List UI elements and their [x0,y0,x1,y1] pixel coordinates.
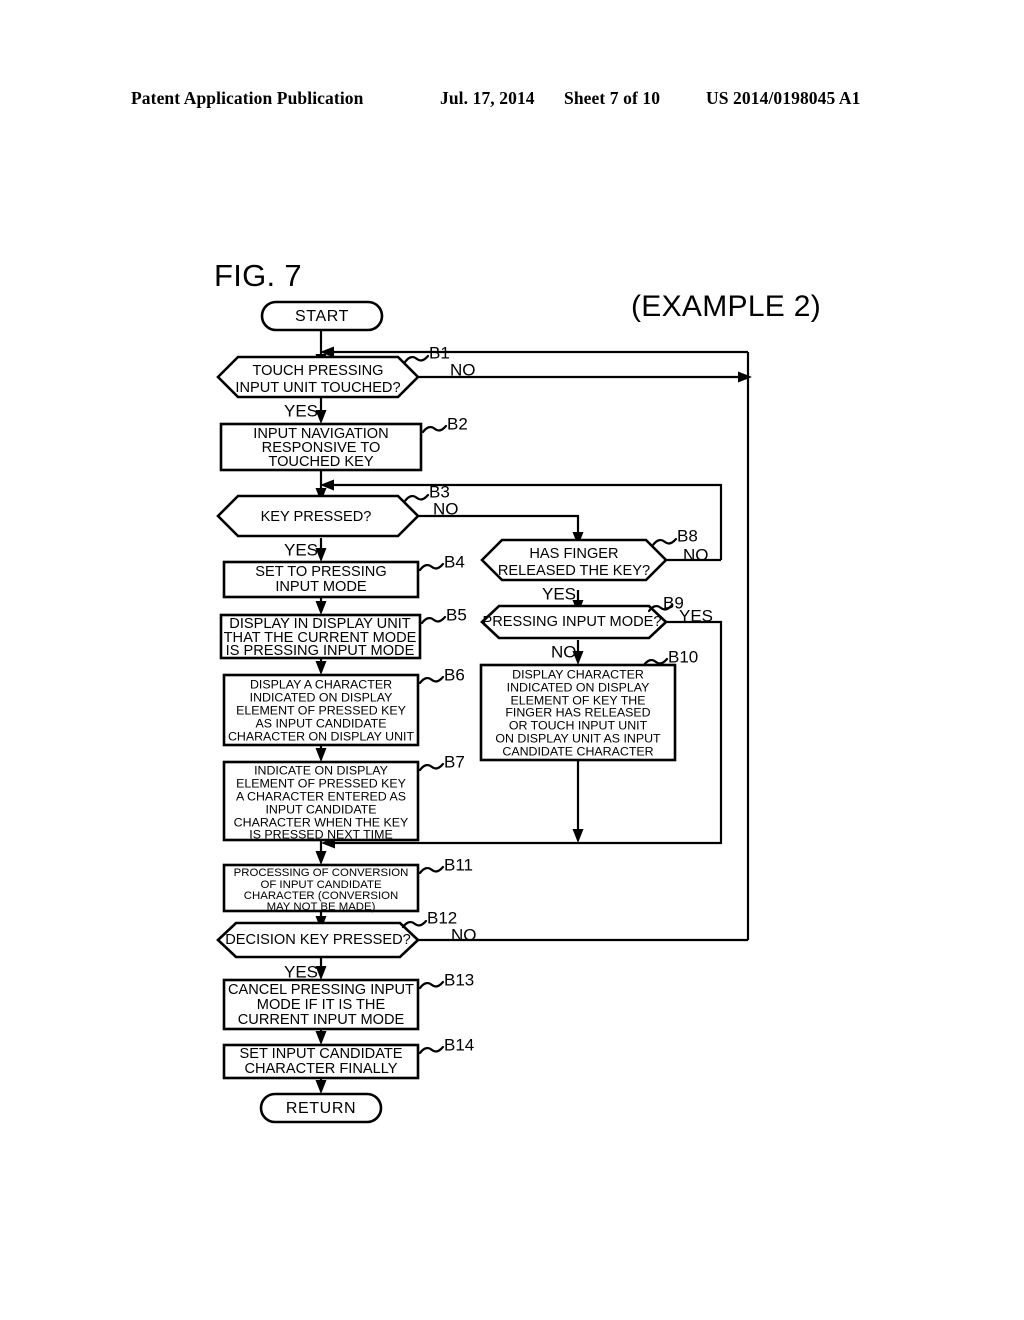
node-b9-line1: PRESSING INPUT MODE? [483,614,662,630]
node-b14: SET INPUT CANDIDATE CHARACTER FINALLY B1… [222,1035,474,1080]
node-b11-line1: PROCESSING OF CONVERSION [234,867,409,879]
node-b11-line4: MAY NOT BE MADE) [267,901,376,913]
branch-b9-yes: YES [679,606,713,625]
branch-b1-yes: YES [284,401,318,420]
node-b6-line5: CHARACTER ON DISPLAY UNIT [228,729,415,743]
branch-b8-no: NO [683,545,709,564]
node-b6-tag: B6 [444,665,465,684]
node-b8: HAS FINGER RELEASED THE KEY? B8 YES NO [480,526,709,603]
node-b5-line3: IS PRESSING INPUT MODE [226,643,415,659]
node-b11: PROCESSING OF CONVERSION OF INPUT CANDID… [222,855,473,913]
node-b14-line1: SET INPUT CANDIDATE [240,1046,403,1062]
node-b6-line1: DISPLAY A CHARACTER [250,677,392,691]
node-b2-tag: B2 [447,414,468,433]
node-return-label: RETURN [286,1100,356,1117]
node-b10-line6: ON DISPLAY UNIT AS INPUT [495,731,661,745]
node-b10: DISPLAY CHARACTER INDICATED ON DISPLAY E… [479,647,698,762]
node-b13-line1: CANCEL PRESSING INPUT [228,982,414,998]
node-b6: DISPLAY A CHARACTER INDICATED ON DISPLAY… [222,665,465,747]
node-b12-line1: DECISION KEY PRESSED? [225,932,410,948]
node-b1: TOUCH PRESSING INPUT UNIT TOUCHED? B1 YE… [216,343,476,420]
node-b1-tag: B1 [429,343,450,362]
node-b13: CANCEL PRESSING INPUT MODE IF IT IS THE … [222,970,474,1031]
node-b10-line1: DISPLAY CHARACTER [512,667,644,681]
node-return: RETURN [259,1092,383,1124]
node-b13-tag: B13 [444,970,474,989]
node-b10-line5: OR TOUCH INPUT UNIT [509,718,648,732]
branch-b12-no: NO [451,925,477,944]
node-b8-line2: RELEASED THE KEY? [498,563,650,579]
node-start-label: START [295,308,349,325]
node-b4-line1: SET TO PRESSING [255,564,386,580]
node-b11-tag: B11 [444,855,473,874]
node-b1-line2: INPUT UNIT TOUCHED? [235,380,400,396]
node-b7-tag: B7 [444,752,465,771]
node-b5: DISPLAY IN DISPLAY UNIT THAT THE CURRENT… [219,605,467,660]
node-b7-line2: ELEMENT OF PRESSED KEY [236,776,406,790]
branch-b8-yes: YES [542,584,576,603]
node-b7-line4: INPUT CANDIDATE [265,802,376,816]
node-b4-line2: INPUT MODE [275,579,367,595]
node-b7: INDICATE ON DISPLAY ELEMENT OF PRESSED K… [222,752,465,842]
node-b7-line6: IS PRESSED NEXT TIME [249,827,392,841]
node-b10-line4: FINGER HAS RELEASED [505,705,650,719]
patent-page: Patent Application Publication Jul. 17, … [0,0,1024,1320]
node-start: START [260,300,384,332]
branch-b3-no: NO [433,499,459,518]
node-b3: KEY PRESSED? B3 YES NO [216,482,459,559]
node-b2-line3: TOUCHED KEY [268,454,373,470]
node-b8-line1: HAS FINGER [529,546,618,562]
node-b10-line7: CANDIDATE CHARACTER [502,744,653,758]
node-b14-tag: B14 [444,1035,474,1054]
node-b6-line2: INDICATED ON DISPLAY [250,690,393,704]
node-b4: SET TO PRESSING INPUT MODE B4 [222,552,465,599]
node-b12: DECISION KEY PRESSED? B12 YES NO [216,908,477,981]
node-b7-line1: INDICATE ON DISPLAY [254,763,388,777]
node-b5-tag: B5 [446,605,467,624]
branch-b12-yes: YES [284,962,318,981]
node-b13-line2: MODE IF IT IS THE [257,997,386,1013]
node-b13-line3: CURRENT INPUT MODE [238,1012,405,1028]
node-b14-line2: CHARACTER FINALLY [245,1061,398,1077]
node-b6-line3: ELEMENT OF PRESSED KEY [236,703,406,717]
branch-b1-no: NO [450,360,476,379]
node-b3-line1: KEY PRESSED? [261,509,372,525]
branch-b3-yes: YES [284,540,318,559]
node-b8-tag: B8 [677,526,698,545]
node-b1-line1: TOUCH PRESSING [252,363,383,379]
node-b2: INPUT NAVIGATION RESPONSIVE TO TOUCHED K… [219,414,468,472]
branch-b9-no: NO [551,642,577,661]
node-b6-line4: AS INPUT CANDIDATE [255,716,386,730]
node-b10-tag: B10 [668,647,698,666]
node-b7-line3: A CHARACTER ENTERED AS [236,789,406,803]
node-b4-tag: B4 [444,552,465,571]
node-b10-line2: INDICATED ON DISPLAY [507,680,650,694]
flowchart-figure-7: START TOUCH PRESSING INPUT UNIT TOUCHED?… [216,300,752,1124]
